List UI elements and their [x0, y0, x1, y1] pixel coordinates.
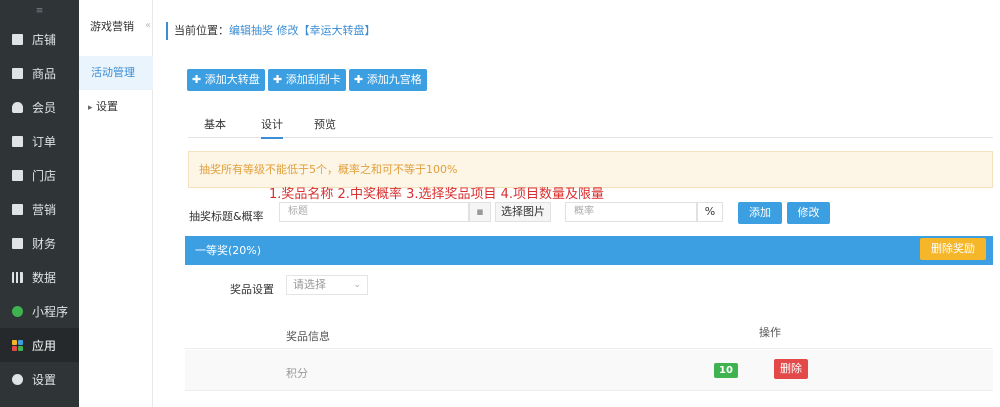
submenu-item-settings[interactable]: ▸ 设置 — [79, 94, 153, 120]
add-button[interactable]: 添加 — [738, 202, 782, 224]
sidebar-item-label: 商品 — [32, 66, 57, 81]
main-sidebar: ≡ 店铺 商品 会员 订单 门店 营销 财务 数据 小程序 应用 设置 — [0, 0, 79, 407]
miniprogram-icon — [12, 305, 23, 317]
prize-quantity-badge: 10 — [714, 363, 738, 378]
sidebar-item-label: 订单 — [32, 134, 57, 149]
percent-addon: % — [697, 202, 723, 222]
sidebar-item-label: 营销 — [32, 202, 57, 217]
sidebar-item-orders[interactable]: 订单 — [0, 124, 79, 158]
add-scratch-card-button[interactable]: ✚ 添加刮刮卡 — [268, 69, 346, 91]
member-icon — [12, 101, 23, 113]
sidebar-item-finance[interactable]: 财务 — [0, 226, 79, 260]
product-icon — [12, 67, 23, 79]
submenu-settings-label: 设置 — [96, 100, 119, 113]
column-header-prize-info: 奖品信息 — [286, 330, 330, 343]
settings-icon — [12, 373, 23, 385]
sidebar-item-data[interactable]: 数据 — [0, 260, 79, 294]
image-icon: ▪ — [469, 202, 491, 222]
chevron-down-icon: ⌄ — [353, 280, 361, 290]
annotation-text: 1.奖品名称 2.中奖概率 3.选择奖品项目 4.项目数量及限量 — [269, 187, 605, 202]
sidebar-item-shop[interactable]: 店铺 — [0, 22, 79, 56]
tab-design[interactable]: 设计 — [261, 116, 283, 139]
delete-row-button[interactable]: 删除 — [774, 359, 808, 379]
tab-preview[interactable]: 预览 — [314, 116, 336, 132]
sidebar-item-label: 设置 — [32, 372, 57, 387]
menu-toggle-icon[interactable]: ≡ — [0, 0, 79, 22]
select-value: 请选择 — [293, 278, 326, 291]
sidebar-item-label: 应用 — [32, 338, 57, 353]
sidebar-item-miniprogram[interactable]: 小程序 — [0, 294, 79, 328]
submenu-title: 游戏营销 — [90, 20, 134, 33]
modify-button[interactable]: 修改 — [787, 202, 830, 224]
breadcrumb-link-lucky-wheel[interactable]: 【幸运大转盘】 — [299, 24, 376, 37]
finance-icon — [12, 237, 23, 249]
prize-setting-label: 奖品设置 — [230, 283, 274, 296]
prize-panel-header: 一等奖(20%) — [185, 236, 993, 265]
sidebar-item-label: 数据 — [32, 270, 57, 285]
title-input[interactable]: 标题 — [279, 202, 469, 222]
table-divider — [185, 390, 993, 391]
sidebar-item-apps[interactable]: 应用 — [0, 328, 79, 362]
prize-type-select[interactable]: 请选择 ⌄ — [286, 275, 368, 295]
lottery-title-rate-label: 抽奖标题&概率 — [189, 210, 264, 223]
order-icon — [12, 135, 23, 147]
rate-input[interactable]: 概率 — [565, 202, 697, 222]
sidebar-item-products[interactable]: 商品 — [0, 56, 79, 90]
sidebar-item-label: 会员 — [32, 100, 57, 115]
sidebar-item-marketing[interactable]: 营销 — [0, 192, 79, 226]
sidebar-item-settings[interactable]: 设置 — [0, 362, 79, 396]
add-wheel-button[interactable]: ✚ 添加大转盘 — [187, 69, 265, 91]
sidebar-item-label: 门店 — [32, 168, 57, 183]
store-icon — [12, 169, 23, 181]
caret-right-icon: ▸ — [88, 103, 93, 113]
sidebar-item-stores[interactable]: 门店 — [0, 158, 79, 192]
prize-name-cell: 积分 — [286, 367, 308, 380]
marketing-icon — [12, 203, 23, 215]
data-icon — [12, 271, 23, 283]
add-nine-grid-button[interactable]: ✚ 添加九宫格 — [349, 69, 427, 91]
sidebar-item-label: 财务 — [32, 236, 57, 251]
sidebar-item-label: 店铺 — [32, 32, 57, 47]
sidebar-item-members[interactable]: 会员 — [0, 90, 79, 124]
tab-bar: 基本 设计 预览 — [188, 112, 993, 139]
tab-basic[interactable]: 基本 — [204, 116, 226, 132]
submenu-item-activity-management[interactable]: 活动管理 — [79, 56, 153, 90]
breadcrumb-link-modify[interactable]: 修改 — [277, 24, 299, 37]
secondary-menu: 游戏营销 活动管理 ▸ 设置 — [79, 0, 153, 407]
column-header-actions: 操作 — [759, 326, 781, 339]
choose-image-button[interactable]: 选择图片 — [495, 202, 551, 222]
breadcrumb: 当前位置：编辑抽奖 修改【幸运大转盘】 — [166, 22, 376, 40]
apps-icon — [12, 339, 23, 351]
collapse-menu-icon[interactable]: « — [145, 20, 151, 31]
table-divider — [185, 348, 993, 349]
breadcrumb-prefix: 当前位置： — [174, 24, 229, 37]
sidebar-item-label: 小程序 — [32, 304, 69, 319]
shop-icon — [12, 33, 23, 45]
breadcrumb-link-edit-lottery[interactable]: 编辑抽奖 — [229, 24, 273, 37]
delete-prize-button[interactable]: 删除奖励 — [920, 238, 986, 260]
